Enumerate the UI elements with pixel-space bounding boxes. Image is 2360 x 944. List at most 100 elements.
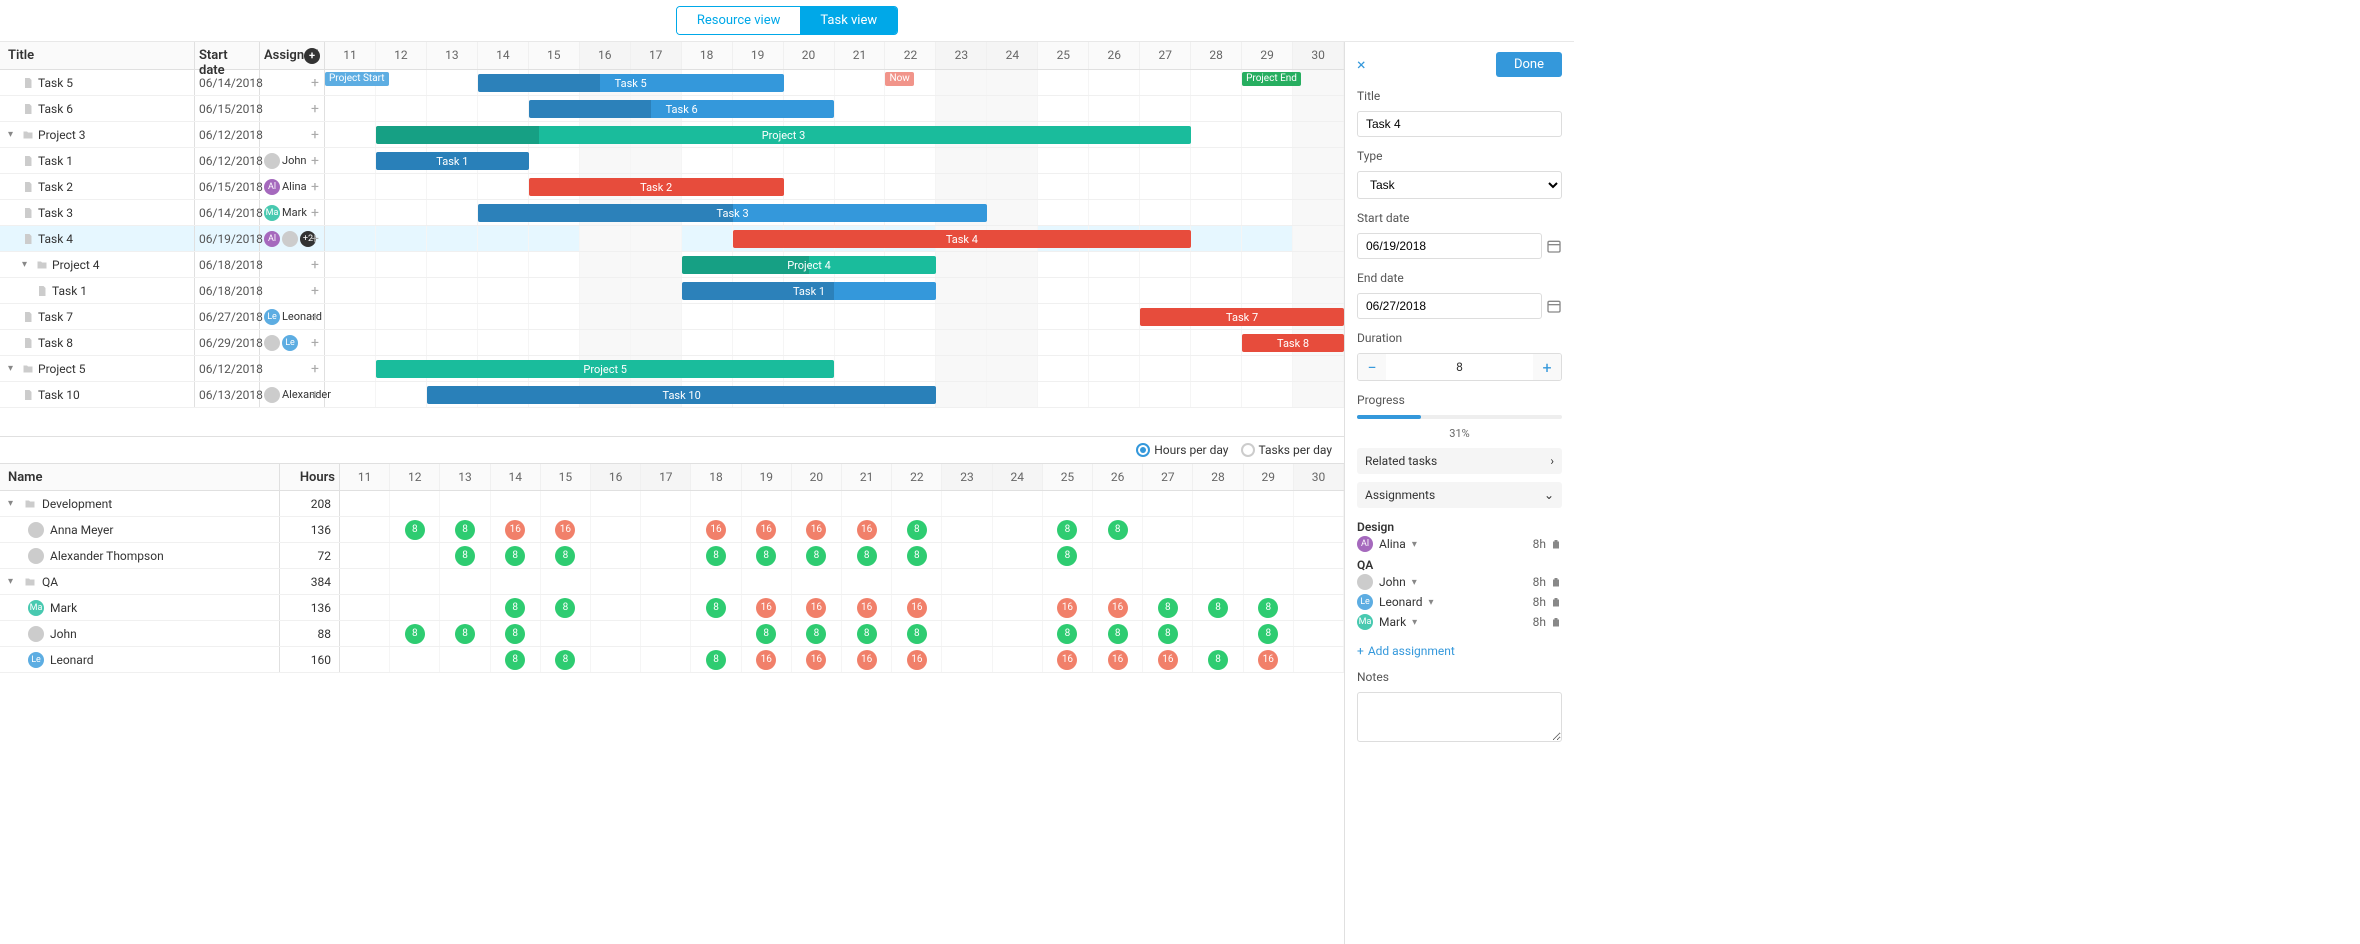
notes-textarea[interactable] bbox=[1357, 692, 1562, 742]
start-date-input[interactable] bbox=[1357, 233, 1542, 259]
workload-bubble[interactable]: 8 bbox=[1108, 520, 1128, 540]
add-row-button[interactable]: + bbox=[311, 127, 319, 143]
task-row[interactable]: Task 1 06/18/2018 + Task 1 bbox=[0, 278, 1344, 304]
task-row[interactable]: Task 6 06/15/2018 + Task 6 bbox=[0, 96, 1344, 122]
gantt-bar[interactable]: Task 4 bbox=[733, 230, 1192, 248]
gantt-bar[interactable]: Task 1 bbox=[682, 282, 937, 300]
workload-bubble[interactable]: 8 bbox=[907, 520, 927, 540]
chevron-down-icon[interactable]: ▾ bbox=[8, 363, 18, 374]
gantt-bar[interactable]: Task 3 bbox=[478, 204, 988, 222]
workload-bubble[interactable]: 8 bbox=[1208, 650, 1228, 670]
add-row-button[interactable]: + bbox=[311, 361, 319, 377]
progress-slider[interactable] bbox=[1357, 415, 1562, 419]
chevron-down-icon[interactable]: ▾ bbox=[1429, 597, 1434, 608]
delete-icon[interactable] bbox=[1550, 538, 1562, 550]
workload-bubble[interactable]: 16 bbox=[907, 650, 927, 670]
task-row[interactable]: Task 1 06/12/2018 John + Task 1 bbox=[0, 148, 1344, 174]
radio-tasks-per-day[interactable]: Tasks per day bbox=[1241, 443, 1333, 457]
gantt-bar[interactable]: Task 5 bbox=[478, 74, 784, 92]
workload-bubble[interactable]: 8 bbox=[907, 546, 927, 566]
workload-bubble[interactable]: 8 bbox=[1258, 624, 1278, 644]
chevron-down-icon[interactable]: ▾ bbox=[1412, 539, 1417, 550]
workload-bubble[interactable]: 8 bbox=[455, 546, 475, 566]
gantt-bar[interactable]: Task 1 bbox=[376, 152, 529, 170]
calendar-icon[interactable] bbox=[1546, 298, 1562, 314]
workload-bubble[interactable]: 8 bbox=[555, 546, 575, 566]
workload-bubble[interactable]: 8 bbox=[455, 624, 475, 644]
add-row-button[interactable]: + bbox=[311, 283, 319, 299]
task-row[interactable]: Task 8 06/29/2018 Le + Task 8 bbox=[0, 330, 1344, 356]
add-row-button[interactable]: + bbox=[311, 309, 319, 325]
assignment-row[interactable]: MaMark▾8h bbox=[1357, 612, 1562, 632]
chevron-down-icon[interactable]: ▾ bbox=[1412, 617, 1417, 628]
task-row[interactable]: ▾Project 4 06/18/2018 + Project 4 bbox=[0, 252, 1344, 278]
task-row[interactable]: Task 4 06/19/2018 Al+2 + Task 4 bbox=[0, 226, 1344, 252]
resource-row[interactable]: MaMark 136 888161616161616888 bbox=[0, 595, 1344, 621]
workload-bubble[interactable]: 8 bbox=[1158, 598, 1178, 618]
workload-bubble[interactable]: 16 bbox=[907, 598, 927, 618]
chevron-down-icon[interactable]: ▾ bbox=[8, 129, 18, 140]
add-row-button[interactable]: + bbox=[311, 335, 319, 351]
gantt-bar[interactable]: Task 10 bbox=[427, 386, 937, 404]
duration-increase-button[interactable]: + bbox=[1533, 354, 1561, 380]
workload-bubble[interactable]: 8 bbox=[555, 650, 575, 670]
workload-bubble[interactable]: 16 bbox=[806, 520, 826, 540]
resource-row[interactable]: ▾Development 208 bbox=[0, 491, 1344, 517]
assignment-row[interactable]: LeLeonard▾8h bbox=[1357, 592, 1562, 612]
add-row-button[interactable]: + bbox=[311, 75, 319, 91]
close-panel-button[interactable]: × bbox=[1357, 55, 1366, 74]
gantt-bar[interactable]: Task 6 bbox=[529, 100, 835, 118]
resource-column-name[interactable]: Name bbox=[0, 464, 280, 490]
workload-bubble[interactable]: 8 bbox=[505, 650, 525, 670]
workload-bubble[interactable]: 8 bbox=[1108, 624, 1128, 644]
task-row[interactable]: Task 7 06/27/2018 LeLeonard + Task 7 bbox=[0, 304, 1344, 330]
workload-bubble[interactable]: 16 bbox=[1258, 650, 1278, 670]
workload-bubble[interactable]: 16 bbox=[806, 650, 826, 670]
workload-bubble[interactable]: 8 bbox=[1258, 598, 1278, 618]
add-row-button[interactable]: + bbox=[311, 179, 319, 195]
workload-bubble[interactable]: 8 bbox=[756, 546, 776, 566]
assignment-row[interactable]: AlAlina▾8h bbox=[1357, 534, 1562, 554]
gantt-bar[interactable]: Project 3 bbox=[376, 126, 1191, 144]
chevron-down-icon[interactable]: ▾ bbox=[8, 576, 18, 587]
gantt-bar[interactable]: Project 4 bbox=[682, 256, 937, 274]
workload-bubble[interactable]: 16 bbox=[706, 520, 726, 540]
add-row-button[interactable]: + bbox=[311, 205, 319, 221]
delete-icon[interactable] bbox=[1550, 576, 1562, 588]
task-row[interactable]: Task 3 06/14/2018 MaMark + Task 3 bbox=[0, 200, 1344, 226]
chevron-down-icon[interactable]: ▾ bbox=[8, 498, 18, 509]
assignments-section[interactable]: Assignments⌄ bbox=[1357, 482, 1562, 508]
add-row-button[interactable]: + bbox=[311, 387, 319, 403]
workload-bubble[interactable]: 8 bbox=[405, 520, 425, 540]
add-row-button[interactable]: + bbox=[311, 153, 319, 169]
duration-decrease-button[interactable]: − bbox=[1358, 354, 1386, 380]
workload-bubble[interactable]: 16 bbox=[756, 650, 776, 670]
workload-bubble[interactable]: 8 bbox=[857, 624, 877, 644]
radio-hours-per-day[interactable]: Hours per day bbox=[1136, 443, 1228, 457]
add-assignment-button[interactable]: +Add assignment bbox=[1357, 644, 1562, 658]
workload-bubble[interactable]: 16 bbox=[1108, 650, 1128, 670]
gantt-bar[interactable]: Task 2 bbox=[529, 178, 784, 196]
resource-row[interactable]: ▾QA 384 bbox=[0, 569, 1344, 595]
done-button[interactable]: Done bbox=[1496, 52, 1562, 77]
workload-bubble[interactable]: 8 bbox=[706, 598, 726, 618]
column-header-start[interactable]: Start date bbox=[195, 42, 260, 69]
workload-bubble[interactable]: 8 bbox=[806, 624, 826, 644]
workload-bubble[interactable]: 8 bbox=[806, 546, 826, 566]
workload-bubble[interactable]: 16 bbox=[806, 598, 826, 618]
workload-bubble[interactable]: 8 bbox=[706, 650, 726, 670]
task-row[interactable]: ▾Project 5 06/12/2018 + Project 5 bbox=[0, 356, 1344, 382]
gantt-bar[interactable]: Project 5 bbox=[376, 360, 835, 378]
delete-icon[interactable] bbox=[1550, 596, 1562, 608]
chevron-down-icon[interactable]: ▾ bbox=[22, 259, 32, 270]
calendar-icon[interactable] bbox=[1546, 238, 1562, 254]
workload-bubble[interactable]: 8 bbox=[907, 624, 927, 644]
workload-bubble[interactable]: 8 bbox=[555, 598, 575, 618]
workload-bubble[interactable]: 8 bbox=[455, 520, 475, 540]
add-row-button[interactable]: + bbox=[311, 101, 319, 117]
column-header-title[interactable]: Title bbox=[0, 42, 195, 69]
assignment-row[interactable]: John▾8h bbox=[1357, 572, 1562, 592]
resource-row[interactable]: Anna Meyer 136 88161616161616888 bbox=[0, 517, 1344, 543]
resource-row[interactable]: LeLeonard 160 88816161616161616816 bbox=[0, 647, 1344, 673]
workload-bubble[interactable]: 16 bbox=[857, 650, 877, 670]
